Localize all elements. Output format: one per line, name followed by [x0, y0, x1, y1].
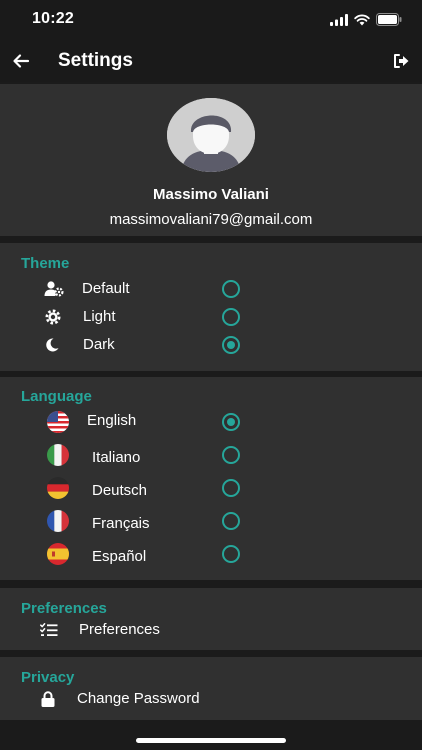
france-flag-icon — [47, 510, 69, 532]
preferences-item[interactable]: Preferences — [0, 616, 422, 644]
profile-name: Massimo Valiani — [153, 186, 269, 203]
avatar — [167, 98, 255, 172]
italy-flag-icon — [47, 444, 69, 466]
language-section: Language English Italiano Deutsch França… — [0, 377, 422, 580]
change-password-label: Change Password — [77, 690, 200, 707]
language-option-label: Español — [92, 548, 147, 565]
moon-icon — [42, 335, 62, 355]
language-option-espanol[interactable]: Español — [0, 540, 422, 568]
status-icons — [330, 13, 402, 26]
change-password-item[interactable]: Change Password — [0, 685, 422, 713]
theme-option-label: Light — [83, 308, 116, 325]
privacy-header: Privacy — [21, 669, 75, 686]
language-radio-espanol[interactable] — [222, 545, 240, 563]
language-option-deutsch[interactable]: Deutsch — [0, 474, 422, 502]
theme-option-light[interactable]: Light — [0, 303, 422, 331]
theme-section: Theme Default Light Dark — [0, 243, 422, 371]
spain-flag-icon — [47, 543, 69, 565]
theme-radio-dark[interactable] — [222, 336, 240, 354]
theme-radio-default[interactable] — [222, 280, 240, 298]
profile-card: Massimo Valiani massimovaliani79@gmail.c… — [0, 84, 422, 236]
language-option-label: Deutsch — [92, 482, 148, 499]
us-flag-icon — [47, 411, 69, 433]
app-bar: Settings — [0, 40, 422, 82]
germany-flag-icon — [47, 477, 69, 499]
sun-icon — [43, 307, 63, 327]
language-option-english[interactable]: English — [0, 408, 422, 436]
language-radio-italiano[interactable] — [222, 446, 240, 464]
language-radio-deutsch[interactable] — [222, 479, 240, 497]
back-arrow-icon[interactable] — [10, 50, 32, 72]
battery-icon — [376, 13, 402, 26]
home-indicator — [136, 738, 286, 743]
checklist-icon — [39, 620, 59, 640]
language-radio-english[interactable] — [222, 413, 240, 431]
theme-option-dark[interactable]: Dark — [0, 331, 422, 359]
preferences-header: Preferences — [21, 600, 107, 617]
logout-icon[interactable] — [390, 50, 412, 72]
user-gear-icon — [44, 279, 64, 299]
language-option-italiano[interactable]: Italiano — [0, 441, 422, 469]
preferences-section: Preferences Preferences — [0, 588, 422, 650]
language-option-label: Français — [92, 515, 150, 532]
wifi-icon — [354, 14, 370, 25]
theme-option-label: Default — [82, 280, 130, 297]
language-option-francais[interactable]: Français — [0, 507, 422, 535]
language-option-label: Italiano — [92, 449, 141, 466]
preferences-item-label: Preferences — [79, 621, 160, 638]
status-time: 10:22 — [32, 10, 74, 27]
language-radio-francais[interactable] — [222, 512, 240, 530]
theme-radio-light[interactable] — [222, 308, 240, 326]
profile-email: massimovaliani79@gmail.com — [109, 211, 313, 228]
language-option-label: English — [87, 412, 137, 429]
avatar-placeholder-icon — [167, 98, 255, 172]
status-bar: 10:22 — [0, 0, 422, 40]
cellular-signal-icon — [330, 13, 348, 26]
page-title: Settings — [58, 50, 133, 71]
privacy-section: Privacy Change Password — [0, 657, 422, 720]
language-header: Language — [21, 388, 92, 405]
theme-option-default[interactable]: Default — [0, 275, 422, 303]
lock-icon — [38, 689, 58, 709]
theme-header: Theme — [21, 255, 70, 272]
theme-option-label: Dark — [83, 336, 115, 353]
